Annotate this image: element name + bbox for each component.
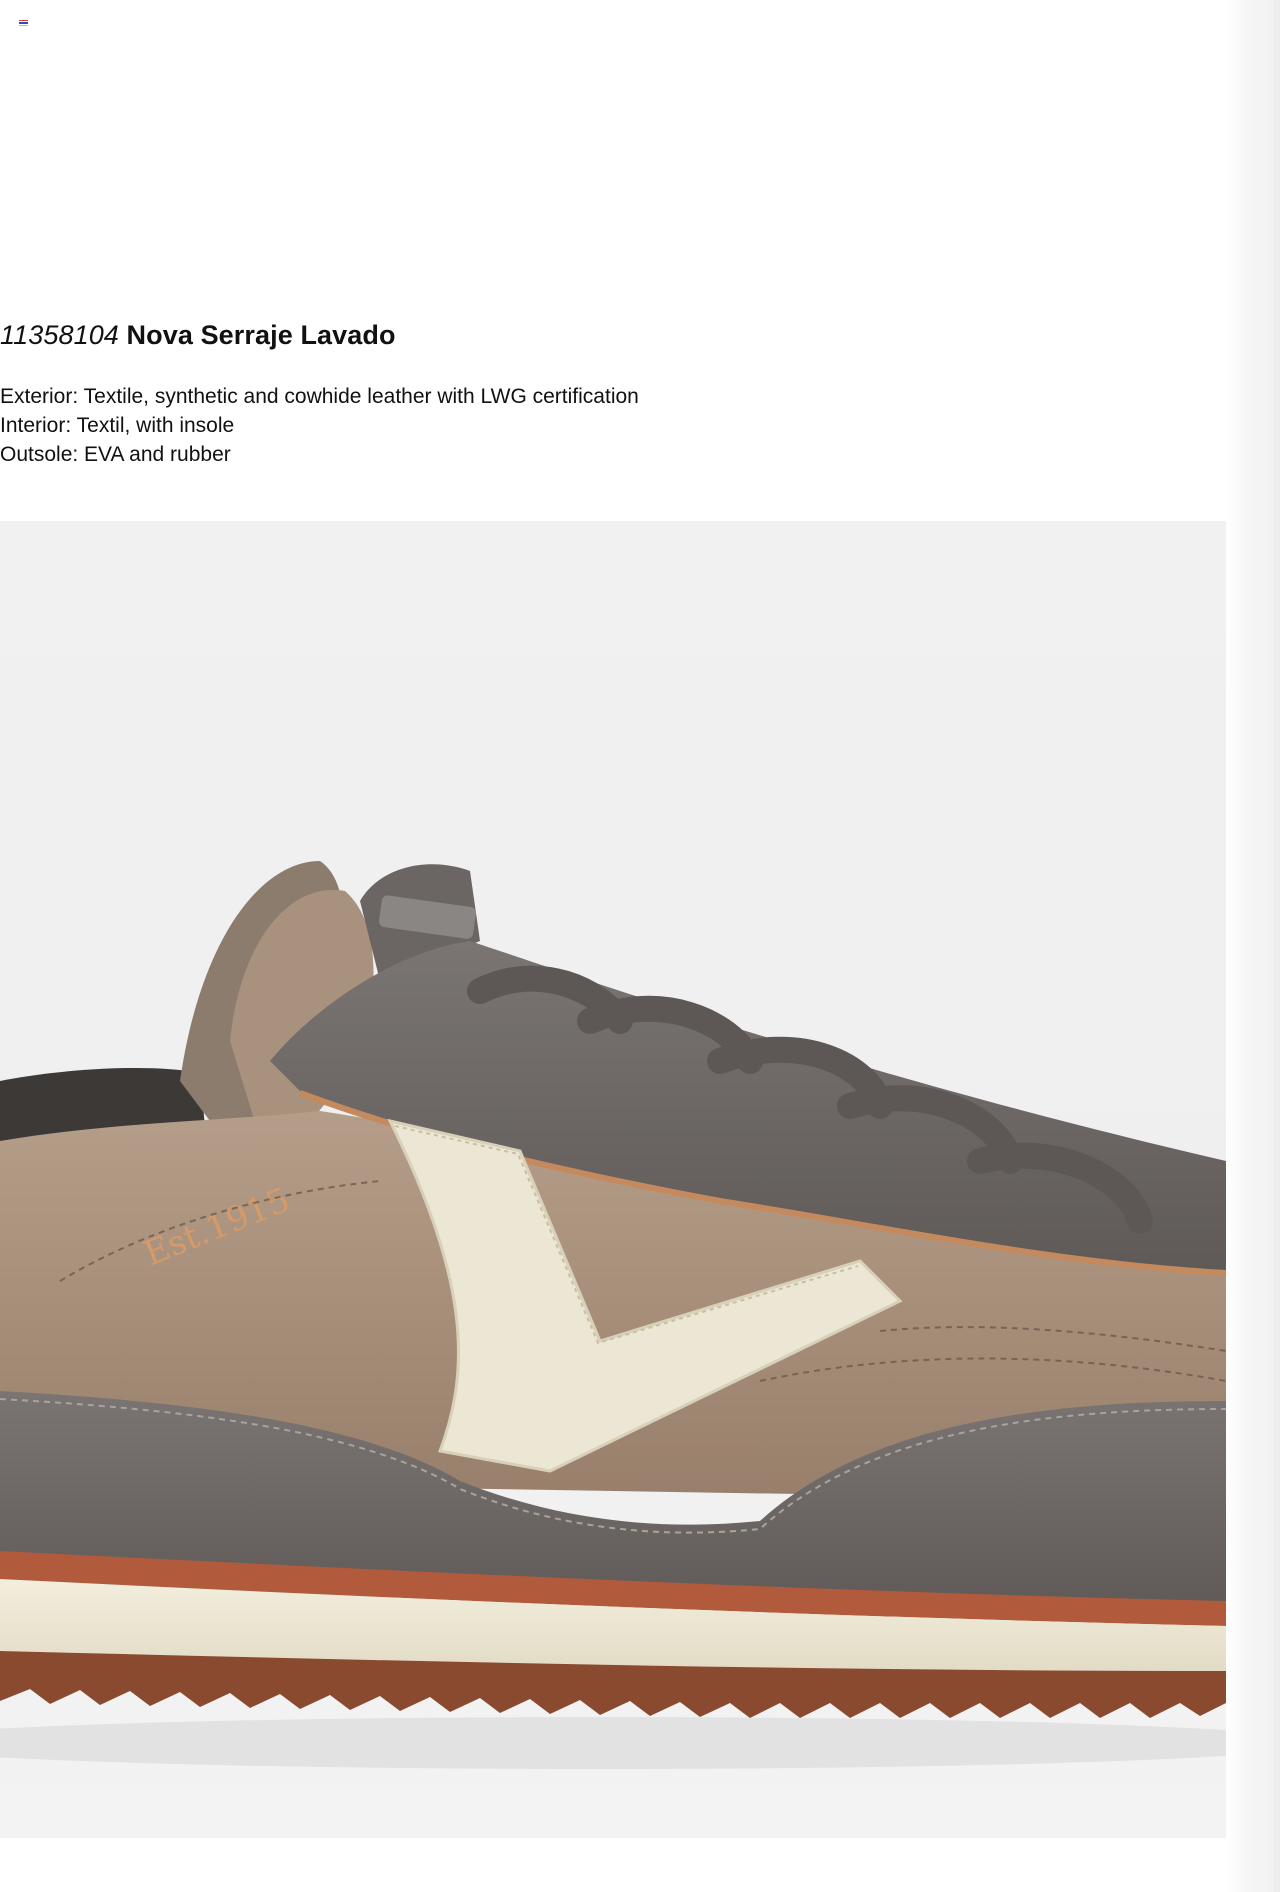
product-name: Nova Serraje Lavado bbox=[126, 320, 396, 350]
product-reference: 11358104 bbox=[0, 320, 119, 350]
spec-outsole: Outsole: EVA and rubber bbox=[0, 443, 231, 466]
product-photo: Est.1915 bbox=[0, 521, 1226, 1838]
product-title: 11358104 Nova Serraje Lavado bbox=[0, 320, 396, 351]
spec-interior: Interior: Textil, with insole bbox=[0, 414, 235, 437]
flag-icon[interactable] bbox=[19, 20, 28, 27]
right-gutter bbox=[1226, 0, 1280, 1892]
scrollbar-track[interactable] bbox=[1274, 0, 1280, 1892]
product-specs: Exterior: Textile, synthetic and cowhide… bbox=[0, 382, 639, 469]
spec-exterior: Exterior: Textile, synthetic and cowhide… bbox=[0, 385, 639, 408]
product-sheet-page: 11358104 Nova Serraje Lavado Exterior: T… bbox=[0, 0, 1280, 1892]
sneaker-illustration: Est.1915 bbox=[0, 861, 1226, 1769]
